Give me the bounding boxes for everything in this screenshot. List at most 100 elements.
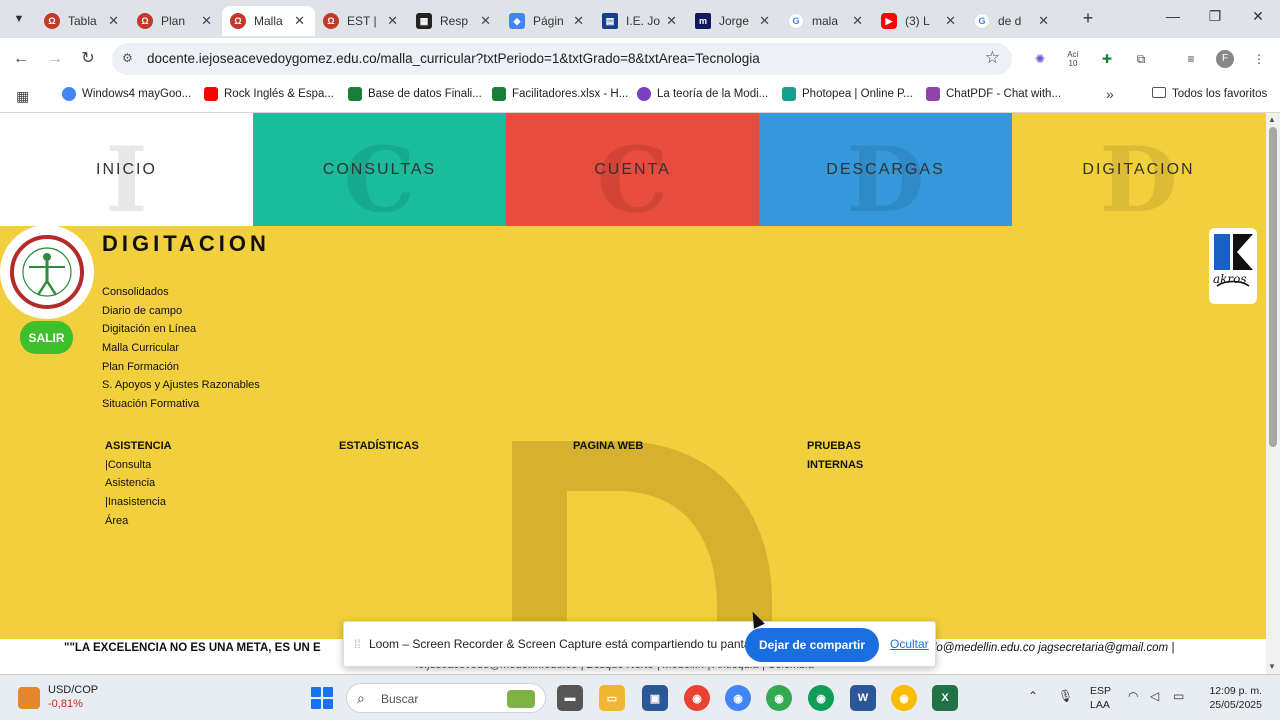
stop-sharing-button[interactable]: Dejar de compartir <box>745 628 879 662</box>
tray-chevron-icon[interactable]: ⌃ <box>1028 689 1038 703</box>
bookmark-item[interactable]: Base de datos Finali... <box>348 87 482 101</box>
tab[interactable]: Ω EST | ✕ <box>315 6 408 36</box>
scroll-up-icon[interactable]: ▲ <box>1268 115 1276 124</box>
tab[interactable]: Ω Plan ✕ <box>129 6 222 36</box>
wifi-icon[interactable]: ◠ <box>1128 689 1138 703</box>
volume-icon[interactable]: ◁ <box>1150 689 1159 703</box>
menu-item-consolidados[interactable]: Consolidados <box>102 283 260 302</box>
scroll-thumb[interactable] <box>1269 127 1277 447</box>
forward-icon[interactable]: → <box>44 48 66 70</box>
column-heading[interactable]: PAGINA WEB <box>573 437 643 456</box>
close-icon[interactable]: ✕ <box>387 13 398 29</box>
close-icon[interactable]: ✕ <box>480 13 491 29</box>
extension-icon[interactable]: ✺ <box>1031 50 1049 68</box>
tab[interactable]: Gde d ✕ <box>966 6 1059 36</box>
tab[interactable]: ◆ Págin ✕ <box>501 6 594 36</box>
close-icon[interactable]: ✕ <box>852 13 863 29</box>
profile-avatar[interactable]: F <box>1216 50 1234 68</box>
tab[interactable]: ▤ I.E. Jo ✕ <box>594 6 687 36</box>
chrome-icon[interactable]: ◉ <box>684 685 710 711</box>
chrome-profile-icon[interactable]: ◉ <box>725 685 751 711</box>
chevron-right-icon[interactable]: » <box>1106 86 1114 102</box>
menu-item-diario[interactable]: Diario de campo <box>102 302 260 321</box>
tab-active[interactable]: Ω Malla ✕ <box>222 6 315 36</box>
link-asistencia[interactable]: Asistencia <box>105 474 172 493</box>
minimize-icon[interactable]: — <box>1163 8 1183 24</box>
nav-digitacion[interactable]: D DIGITACION <box>1012 113 1265 226</box>
file-explorer-task-icon[interactable]: ▬ <box>557 685 583 711</box>
menu-item-plan[interactable]: Plan Formación <box>102 358 260 377</box>
url-text[interactable]: docente.iejoseacevedoygomez.edu.co/malla… <box>147 51 760 66</box>
reload-icon[interactable]: ↻ <box>77 48 99 70</box>
bookmark-item[interactable]: Photopea | Online P... <box>782 87 913 101</box>
app-task-icon[interactable]: ▣ <box>642 685 668 711</box>
close-icon[interactable]: ✕ <box>573 13 584 29</box>
menu-item-apoyos[interactable]: S. Apoyos y Ajustes Razonables <box>102 376 260 395</box>
menu-dots-icon[interactable]: ⋮ <box>1250 50 1268 68</box>
chrome-profile-2-icon[interactable]: ◉ <box>808 685 834 711</box>
nav-descargas[interactable]: D DESCARGAS <box>759 113 1012 226</box>
close-icon[interactable]: ✕ <box>666 13 677 29</box>
tab[interactable]: ▦ Resp ✕ <box>408 6 501 36</box>
excel-icon[interactable]: X <box>932 685 958 711</box>
tab-search-icon[interactable]: ▼ <box>8 8 30 30</box>
site-info-icon[interactable]: ⚙ <box>122 51 133 65</box>
all-bookmarks-folder[interactable]: Todos los favoritos <box>1152 87 1267 100</box>
column-heading[interactable]: ESTADÍSTICAS <box>339 437 419 456</box>
close-icon[interactable]: ✕ <box>1038 13 1049 29</box>
battery-icon[interactable]: ▭ <box>1173 689 1184 703</box>
window-close-icon[interactable]: ✕ <box>1248 8 1268 25</box>
address-bar[interactable]: ⚙ docente.iejoseacevedoygomez.edu.co/mal… <box>112 43 1012 75</box>
nav-cuenta[interactable]: C CUENTA <box>506 113 759 226</box>
nav-consultas[interactable]: C CONSULTAS <box>253 113 506 226</box>
menu-item-digitacion-linea[interactable]: Digitación en Línea <box>102 320 260 339</box>
extensions-puzzle-icon[interactable]: ⧉ <box>1132 50 1150 68</box>
column-heading[interactable]: ASISTENCIA <box>105 437 172 456</box>
nav-inicio[interactable]: I INICIO <box>0 113 253 226</box>
extension-aci-icon[interactable]: Ací 10 <box>1064 50 1082 68</box>
hide-link[interactable]: Ocultar <box>890 637 929 651</box>
bookmark-item[interactable]: Rock Inglés & Espa... <box>204 87 334 101</box>
bookmark-item[interactable]: Windows4 mayGoo... <box>62 87 191 101</box>
chrome-profile-3-icon[interactable]: ◉ <box>891 685 917 711</box>
scroll-down-icon[interactable]: ▼ <box>1268 662 1276 671</box>
word-icon[interactable]: W <box>850 685 876 711</box>
microphone-icon[interactable]: 🎙 <box>1058 689 1073 703</box>
page-scrollbar[interactable]: ▲ ▼ <box>1266 113 1280 674</box>
folder-icon[interactable]: ▭ <box>599 685 625 711</box>
close-icon[interactable]: ✕ <box>108 13 119 29</box>
link-inasistencia[interactable]: |Inasistencia <box>105 493 172 512</box>
link-consulta[interactable]: |Consulta <box>105 456 172 475</box>
bookmark-item[interactable]: La teoría de la Modi... <box>637 87 768 101</box>
close-icon[interactable]: ✕ <box>759 13 770 29</box>
system-clock[interactable]: 12:09 p. m. 25/05/2025 <box>1202 684 1262 712</box>
bookmark-star-icon[interactable]: ☆ <box>985 48 1000 68</box>
apps-grid-icon[interactable]: ▦ <box>16 88 29 105</box>
chrome-active-icon[interactable]: ◉ <box>766 685 792 711</box>
menu-item-malla[interactable]: Malla Curricular <box>102 339 260 358</box>
tab[interactable]: Gmala ✕ <box>780 6 873 36</box>
link-area[interactable]: Área <box>105 512 172 531</box>
taskbar-search[interactable]: ⌕ Buscar <box>346 683 546 713</box>
bookmark-item[interactable]: ChatPDF - Chat with... <box>926 87 1061 101</box>
back-icon[interactable]: ← <box>10 48 32 70</box>
column-heading[interactable]: PRUEBAS INTERNAS <box>807 437 877 474</box>
tab[interactable]: Ω Tabla ✕ <box>36 6 129 36</box>
menu-item-situacion[interactable]: Situación Formativa <box>102 395 260 414</box>
media-control-icon[interactable]: ≡ <box>1182 50 1200 68</box>
close-icon[interactable]: ✕ <box>294 13 305 29</box>
restore-icon[interactable]: ❐ <box>1205 8 1225 25</box>
start-button[interactable] <box>311 687 333 709</box>
close-icon[interactable]: ✕ <box>201 13 212 29</box>
new-tab-icon[interactable]: + <box>1078 8 1098 29</box>
close-icon[interactable]: ✕ <box>945 13 956 29</box>
language-indicator[interactable]: ESP LAA <box>1090 684 1111 712</box>
bookmark-item[interactable]: Facilitadores.xlsx - H... <box>492 87 628 101</box>
akros-logo[interactable]: akros <box>1209 228 1257 304</box>
stock-widget[interactable]: USD/COP -0,81% <box>18 683 98 711</box>
logout-button[interactable]: SALIR <box>20 321 73 354</box>
tab[interactable]: m Jorge ✕ <box>687 6 780 36</box>
extension-plus-icon[interactable]: ✚ <box>1098 50 1116 68</box>
drag-handle-icon[interactable]: ⁞⁞ <box>354 637 361 651</box>
tab[interactable]: ▶ (3) L ✕ <box>873 6 966 36</box>
